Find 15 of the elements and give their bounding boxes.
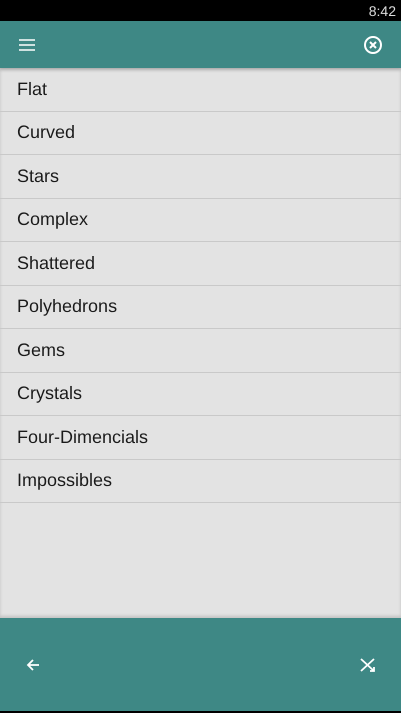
list-item[interactable]: Gems [17,340,66,361]
menu-icon[interactable] [18,38,36,52]
list-item[interactable]: Curved [17,122,76,144]
list-item[interactable]: Four-Dimencials [17,426,148,448]
list-item[interactable]: Shattered [17,252,96,274]
clock-time: 8:42 [368,2,396,18]
back-arrow-icon[interactable] [26,658,40,672]
list-item[interactable]: Complex [17,209,88,230]
list-item[interactable]: Crystals [17,383,82,404]
list-item[interactable]: Polyhedrons [17,296,118,318]
list-item[interactable]: Flat [17,78,48,100]
shuffle-icon[interactable] [360,658,375,672]
list-item[interactable]: Impossibles [17,470,112,492]
close-icon[interactable] [363,34,383,54]
list-item[interactable]: Stars [17,166,60,187]
